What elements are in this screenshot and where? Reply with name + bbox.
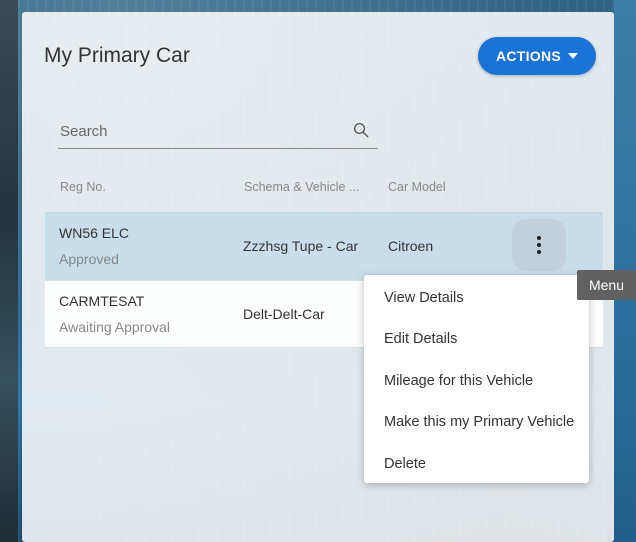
reg-number: CARMTESAT — [59, 293, 145, 309]
column-header-schema-vehicle[interactable]: Schema & Vehicle ... — [244, 180, 359, 194]
row-menu-button[interactable] — [512, 219, 566, 271]
reg-number: WN56 ELC — [59, 225, 130, 241]
caret-down-icon — [568, 53, 579, 59]
column-header-reg-no[interactable]: Reg No. — [60, 180, 106, 194]
background-left-edge — [0, 0, 18, 542]
search-input[interactable] — [58, 117, 338, 145]
search-icon[interactable] — [352, 121, 370, 139]
menu-item-make-primary[interactable]: Make this my Primary Vehicle — [364, 402, 589, 444]
menu-item-view-details[interactable]: View Details — [364, 277, 589, 319]
car-model: Citroen — [388, 238, 434, 254]
menu-item-edit-details[interactable]: Edit Details — [364, 319, 589, 361]
search-field[interactable] — [58, 117, 378, 149]
menu-item-delete[interactable]: Delete — [364, 443, 589, 485]
more-vertical-icon — [537, 236, 541, 254]
schema-vehicle: Delt-Delt-Car — [243, 306, 325, 322]
card-title: My Primary Car — [44, 44, 190, 67]
approval-status: Approved — [59, 251, 119, 267]
actions-button[interactable]: ACTIONS — [478, 37, 596, 75]
menu-item-mileage[interactable]: Mileage for this Vehicle — [364, 360, 589, 402]
schema-vehicle: Zzzhsg Tupe - Car — [243, 238, 359, 254]
column-header-car-model[interactable]: Car Model — [388, 180, 446, 194]
approval-status: Awaiting Approval — [59, 319, 171, 335]
menu-tooltip: Menu — [577, 270, 636, 300]
actions-button-label: ACTIONS — [495, 48, 562, 64]
row-context-menu: View Details Edit Details Mileage for th… — [364, 275, 589, 483]
